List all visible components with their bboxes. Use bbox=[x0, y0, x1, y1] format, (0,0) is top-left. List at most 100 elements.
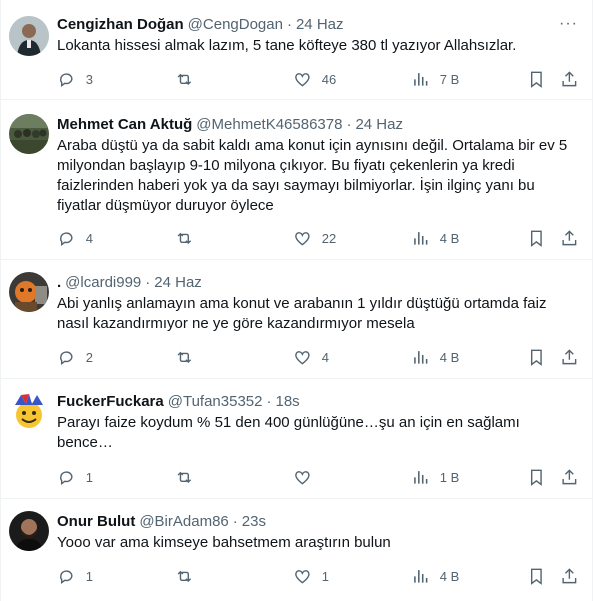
retweet-button[interactable] bbox=[175, 347, 204, 367]
reply-button[interactable]: 4 bbox=[57, 228, 93, 248]
timestamp[interactable]: 23s bbox=[242, 513, 266, 530]
separator-dot: · bbox=[232, 512, 238, 530]
share-icon bbox=[562, 567, 577, 583]
reply-count: 1 bbox=[85, 568, 93, 584]
tweet-actions: 1 1 B bbox=[57, 467, 581, 487]
retweet-button[interactable] bbox=[175, 228, 204, 248]
avatar[interactable] bbox=[9, 511, 49, 551]
timestamp[interactable]: 18s bbox=[275, 393, 299, 410]
tweet-header: . @lcardi999 · 24 Haz bbox=[57, 272, 578, 292]
tweet[interactable]: Mehmet Can Aktuğ @MehmetK46586378 · 24 H… bbox=[1, 100, 592, 260]
author-name[interactable]: FuckerFuckara bbox=[57, 393, 164, 410]
timestamp[interactable]: 24 Haz bbox=[355, 116, 403, 133]
author-handle[interactable]: @BirAdam86 bbox=[139, 513, 228, 530]
bookmark-icon bbox=[530, 469, 542, 486]
tweet-text: Abi yanlış anlamayın ama konut ve araban… bbox=[57, 295, 547, 332]
timestamp[interactable]: 24 Haz bbox=[154, 274, 202, 291]
retweet-button[interactable] bbox=[175, 566, 204, 586]
like-button[interactable]: 4 bbox=[293, 347, 329, 367]
tweet-actions: 4 22 4 B bbox=[57, 228, 581, 248]
like-count: 4 bbox=[321, 349, 329, 365]
retweet-button[interactable] bbox=[175, 467, 204, 487]
tweet-header: FuckerFuckara @Tufan35352 · 18s bbox=[57, 391, 578, 411]
view-count: 4 B bbox=[439, 568, 460, 584]
share-button[interactable] bbox=[560, 467, 579, 487]
bookmark-button[interactable] bbox=[527, 228, 546, 248]
tweet[interactable]: Cengizhan Doğan @CengDogan · 24 Haz Loka… bbox=[1, 0, 592, 100]
like-button[interactable]: 1 bbox=[293, 566, 329, 586]
reply-button[interactable]: 3 bbox=[57, 69, 93, 89]
reply-count: 2 bbox=[85, 349, 93, 365]
like-button[interactable] bbox=[293, 467, 322, 487]
bookmark-button[interactable] bbox=[527, 467, 546, 487]
like-count: 1 bbox=[321, 568, 329, 584]
timestamp[interactable]: 24 Haz bbox=[296, 16, 344, 33]
separator-dot: · bbox=[266, 392, 272, 410]
reply-icon bbox=[60, 471, 73, 485]
view-count: 1 B bbox=[439, 469, 460, 485]
views-chart-icon bbox=[414, 470, 428, 484]
more-options-icon[interactable]: ··· bbox=[559, 14, 578, 34]
reply-button[interactable]: 1 bbox=[57, 566, 93, 586]
retweet-icon bbox=[177, 351, 192, 363]
avatar[interactable] bbox=[9, 391, 49, 431]
tweet-feed: Cengizhan Doğan @CengDogan · 24 Haz Loka… bbox=[0, 0, 593, 601]
bookmark-icon bbox=[530, 568, 542, 585]
reply-icon bbox=[60, 351, 73, 365]
view-count: 7 B bbox=[439, 71, 460, 87]
author-handle[interactable]: @Tufan35352 bbox=[168, 393, 263, 410]
separator-dot: · bbox=[346, 115, 352, 133]
share-button[interactable] bbox=[560, 347, 579, 367]
views-button[interactable]: 4 B bbox=[411, 566, 459, 586]
share-button[interactable] bbox=[560, 566, 579, 586]
heart-icon bbox=[295, 72, 310, 87]
avatar[interactable] bbox=[9, 114, 49, 154]
tweet-text: Lokanta hissesi almak lazım, 5 tane köft… bbox=[57, 37, 517, 54]
views-chart-icon bbox=[414, 569, 428, 583]
reply-count: 3 bbox=[85, 71, 93, 87]
reply-icon bbox=[60, 570, 73, 584]
tweet[interactable]: FuckerFuckara @Tufan35352 · 18s Parayı f… bbox=[1, 379, 592, 499]
share-icon bbox=[562, 229, 577, 245]
retweet-icon bbox=[177, 73, 192, 85]
bookmark-icon bbox=[530, 71, 542, 88]
bookmark-button[interactable] bbox=[527, 566, 546, 586]
avatar[interactable] bbox=[9, 272, 49, 312]
reply-button[interactable]: 2 bbox=[57, 347, 93, 367]
views-button[interactable]: 4 B bbox=[411, 228, 459, 248]
share-icon bbox=[562, 348, 577, 364]
retweet-icon bbox=[177, 471, 192, 483]
tweet-actions: 1 1 4 B bbox=[57, 566, 581, 586]
retweet-icon bbox=[177, 232, 192, 244]
avatar[interactable] bbox=[9, 16, 49, 56]
retweet-button[interactable] bbox=[175, 69, 204, 89]
views-button[interactable]: 4 B bbox=[411, 347, 459, 367]
views-chart-icon bbox=[414, 231, 428, 245]
author-name[interactable]: . bbox=[57, 274, 61, 291]
like-button[interactable]: 46 bbox=[293, 69, 336, 89]
bookmark-button[interactable] bbox=[527, 69, 546, 89]
tweet[interactable]: . @lcardi999 · 24 Haz Abi yanlış anlamay… bbox=[1, 260, 592, 379]
share-button[interactable] bbox=[560, 228, 579, 248]
author-handle[interactable]: @CengDogan bbox=[188, 16, 283, 33]
bookmark-icon bbox=[530, 230, 542, 247]
author-handle[interactable]: @lcardi999 bbox=[65, 274, 141, 291]
tweet[interactable]: Onur Bulut @BirAdam86 · 23s Yooo var ama… bbox=[1, 499, 592, 601]
share-icon bbox=[562, 70, 577, 86]
views-button[interactable]: 7 B bbox=[411, 69, 459, 89]
reply-count: 1 bbox=[85, 469, 93, 485]
retweet-icon bbox=[177, 570, 192, 582]
author-name[interactable]: Mehmet Can Aktuğ bbox=[57, 116, 192, 133]
like-button[interactable]: 22 bbox=[293, 228, 336, 248]
author-handle[interactable]: @MehmetK46586378 bbox=[196, 116, 342, 133]
share-button[interactable] bbox=[560, 69, 579, 89]
tweet-header: Cengizhan Doğan @CengDogan · 24 Haz bbox=[57, 14, 578, 34]
reply-button[interactable]: 1 bbox=[57, 467, 93, 487]
author-name[interactable]: Cengizhan Doğan bbox=[57, 16, 184, 33]
bookmark-button[interactable] bbox=[527, 347, 546, 367]
separator-dot: · bbox=[145, 273, 151, 291]
reply-count: 4 bbox=[85, 230, 93, 246]
tweet-text: Araba düştü ya da sabit kaldı ama konut … bbox=[57, 137, 568, 214]
views-button[interactable]: 1 B bbox=[411, 467, 459, 487]
author-name[interactable]: Onur Bulut bbox=[57, 513, 135, 530]
